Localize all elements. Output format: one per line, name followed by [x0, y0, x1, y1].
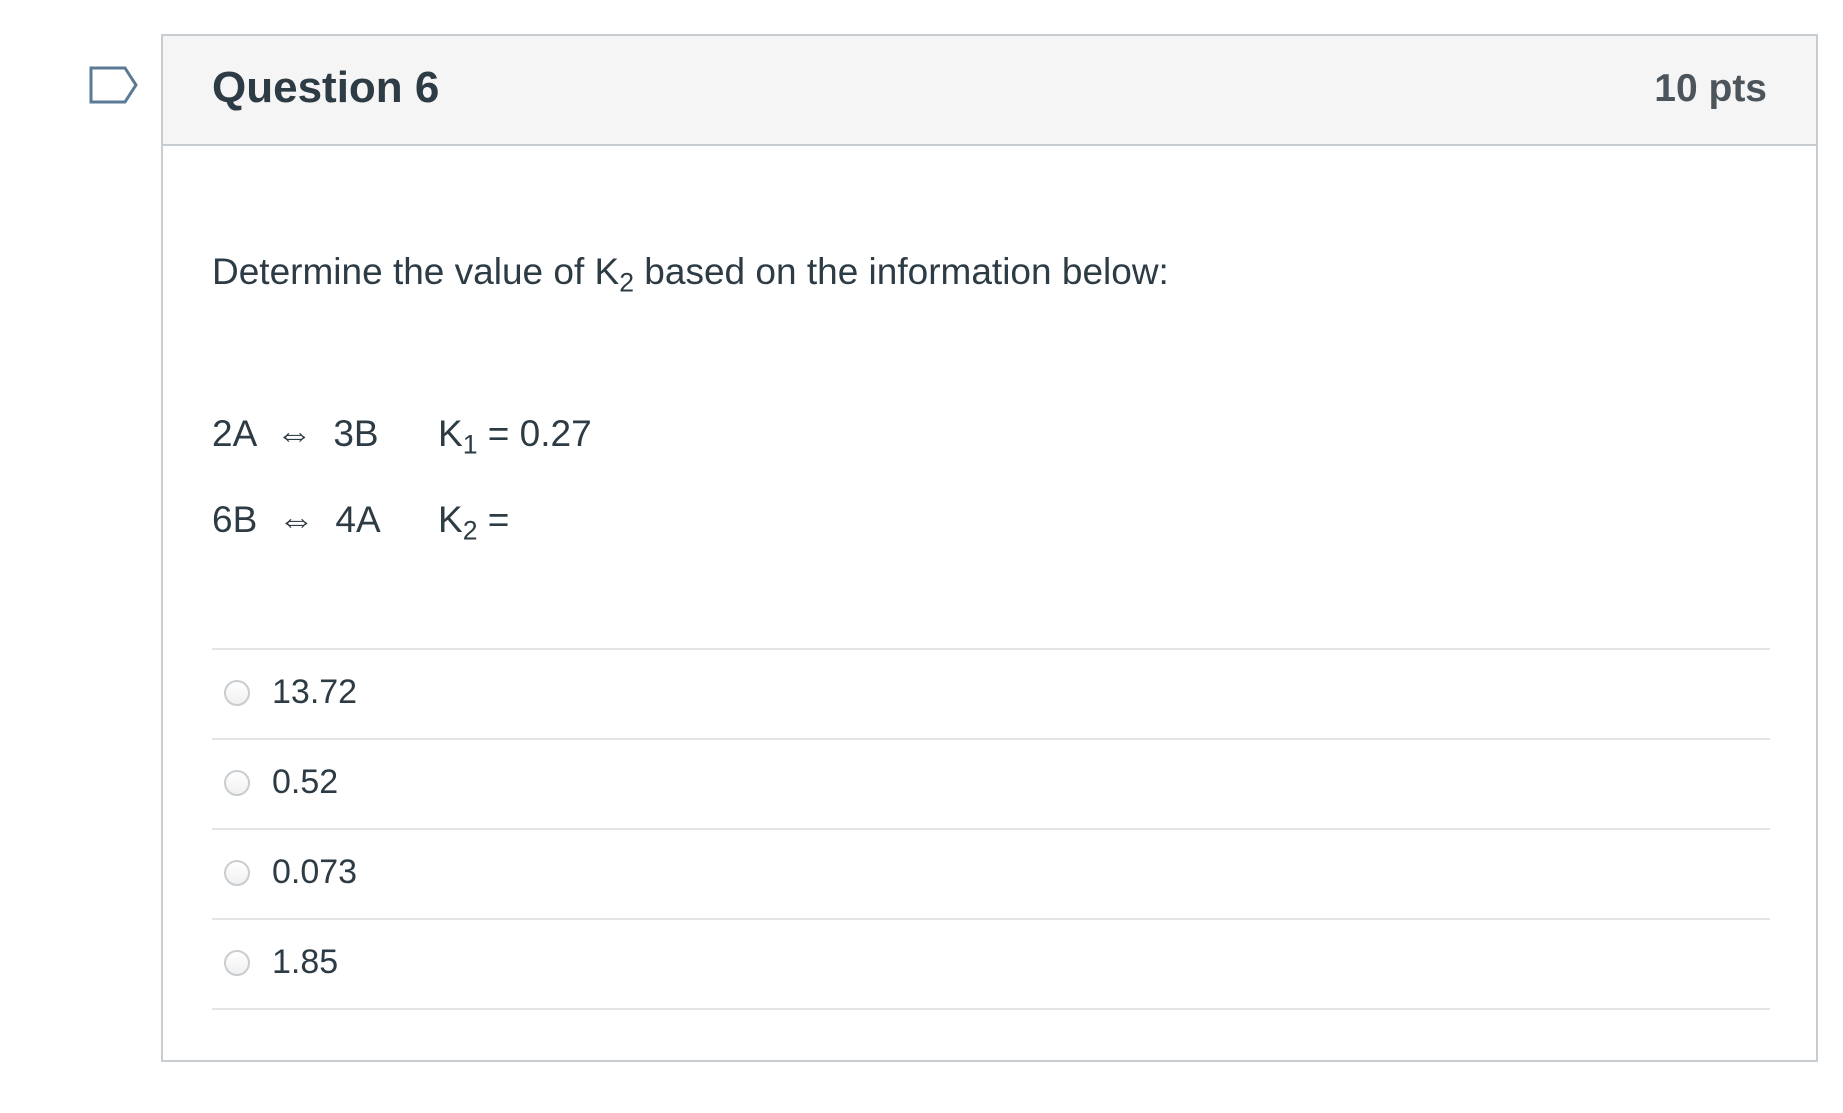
radio-button[interactable]: [224, 950, 250, 976]
equation-1-constant: K1 = 0.27: [438, 413, 592, 460]
prompt-text-start: Determine the value of K: [212, 251, 620, 292]
answer-label: 1.85: [272, 943, 339, 981]
answer-option[interactable]: 1.85: [212, 920, 1770, 1010]
equation-1-reaction: 2A ⇔ 3B: [212, 413, 379, 454]
answer-option[interactable]: 0.073: [212, 830, 1770, 920]
question-points: 10 pts: [1654, 67, 1767, 110]
answer-label: 0.073: [272, 853, 358, 891]
flag-question-icon[interactable]: [89, 66, 139, 108]
radio-button[interactable]: [224, 860, 250, 886]
question-header: Question 6 10 pts: [163, 36, 1816, 146]
answer-option[interactable]: 0.52: [212, 740, 1770, 830]
radio-button[interactable]: [224, 770, 250, 796]
equation-1: 2A ⇔ 3B K1 = 0.27: [212, 412, 592, 460]
question-card: Question 6 10 pts Determine the value of…: [161, 34, 1818, 1062]
radio-button[interactable]: [224, 680, 250, 706]
equation-2-constant: K2 =: [438, 499, 510, 546]
answer-label: 13.72: [272, 673, 358, 711]
equation-2-reaction: 6B ⇔ 4A: [212, 499, 381, 540]
answer-label: 0.52: [272, 763, 339, 801]
prompt-text-end: based on the information below:: [634, 251, 1169, 292]
answer-option[interactable]: 13.72: [212, 650, 1770, 740]
question-title: Question 6: [212, 63, 440, 112]
prompt-subscript: 2: [619, 267, 635, 298]
answer-list: 13.72 0.52 0.073 1.85: [212, 648, 1770, 1010]
question-prompt: Determine the value of K2 based on the i…: [212, 250, 1169, 298]
equation-2: 6B ⇔ 4A K2 =: [212, 498, 510, 546]
